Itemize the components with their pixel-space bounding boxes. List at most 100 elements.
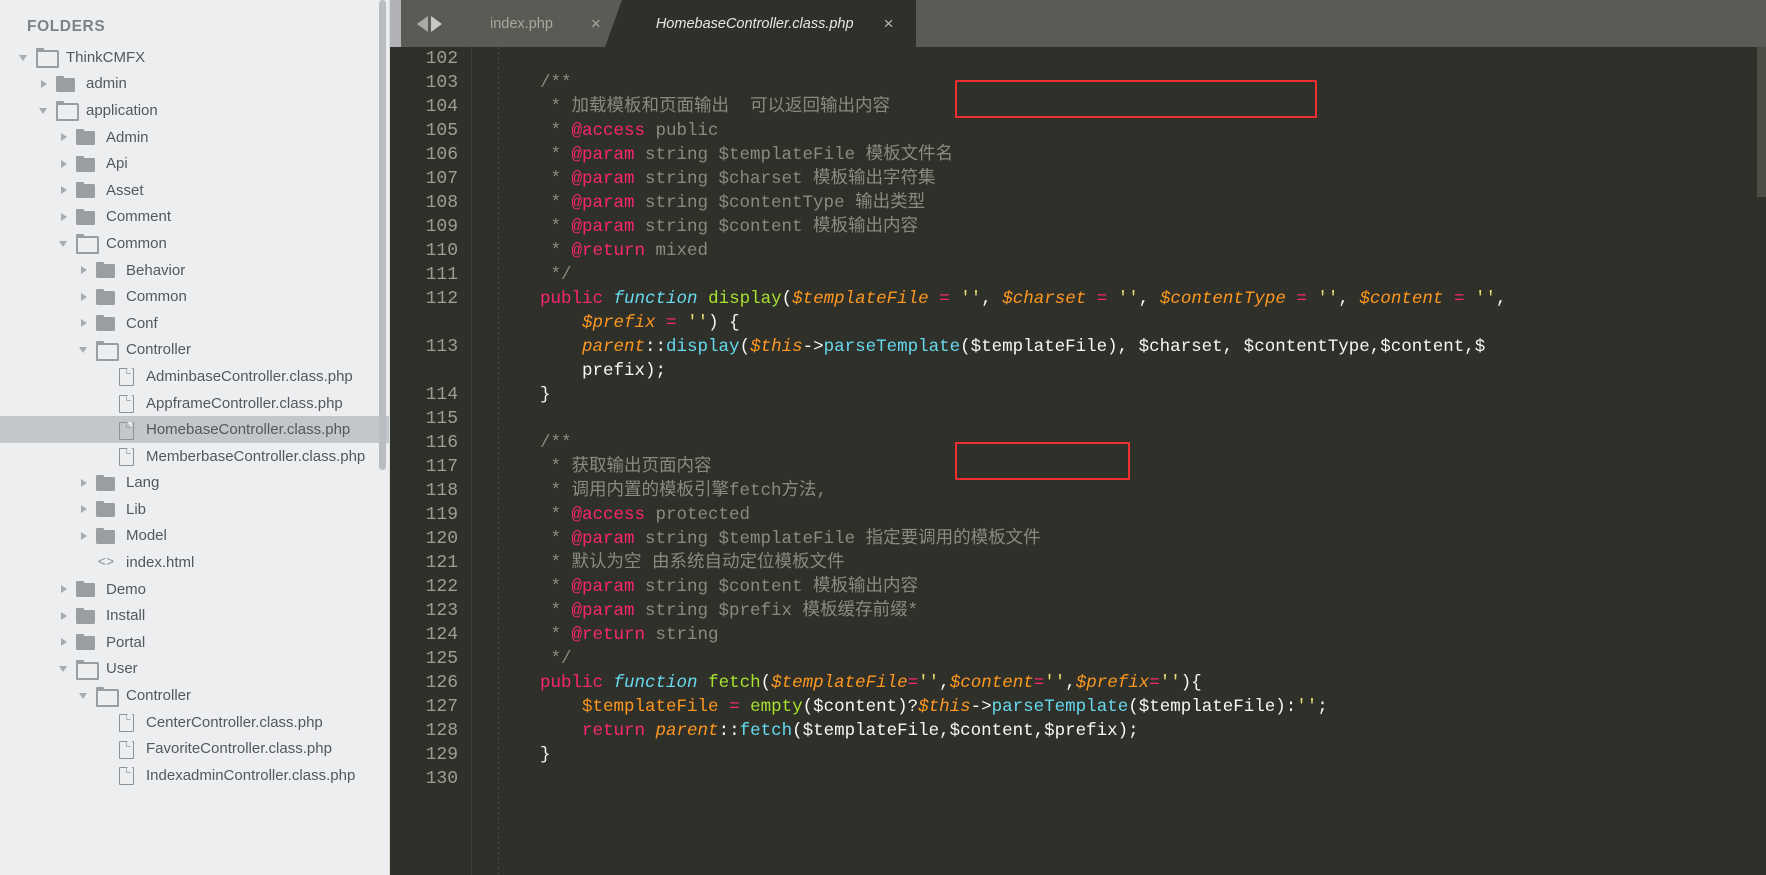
tree-folder-item[interactable]: Asset <box>0 177 390 204</box>
tree-folder-item[interactable]: Conf <box>0 310 390 337</box>
code-line[interactable]: * @return mixed <box>498 239 1766 263</box>
code-line[interactable]: * @param string $prefix 模板缓存前缀* <box>498 599 1766 623</box>
tab-nav-arrows[interactable] <box>401 0 456 47</box>
tree-folder-item[interactable]: User <box>0 656 390 683</box>
tab-close-icon[interactable]: × <box>591 15 601 32</box>
code-line[interactable]: * @param string $templateFile 指定要调用的模板文件 <box>498 527 1766 551</box>
code-line[interactable]: /** <box>498 431 1766 455</box>
tree-file-item[interactable]: CenterController.class.php <box>0 709 390 736</box>
code-line[interactable] <box>498 47 1766 71</box>
chevron-down-icon[interactable] <box>38 104 51 117</box>
code-line[interactable]: * @access protected <box>498 503 1766 527</box>
tree-file-item[interactable]: MemberbaseController.class.php <box>0 443 390 470</box>
chevron-right-icon[interactable] <box>58 583 71 596</box>
tree-file-item[interactable]: HomebaseController.class.php <box>0 416 390 443</box>
chevron-right-icon[interactable] <box>78 476 91 489</box>
code-line[interactable]: */ <box>498 263 1766 287</box>
code-line[interactable]: * 调用内置的模板引擎fetch方法, <box>498 479 1766 503</box>
chevron-down-icon[interactable] <box>58 662 71 675</box>
code-token: $this <box>918 697 971 717</box>
chevron-right-icon[interactable] <box>78 264 91 277</box>
tab-next-arrow-icon[interactable] <box>431 15 442 32</box>
code-line[interactable]: public function fetch($templateFile='',$… <box>498 671 1766 695</box>
tree-folder-item[interactable]: Lib <box>0 496 390 523</box>
code-line[interactable]: * @access public <box>498 119 1766 143</box>
tree-folder-item[interactable]: application <box>0 97 390 124</box>
tree-folder-item[interactable]: Common <box>0 283 390 310</box>
editor-vertical-scrollbar[interactable] <box>1757 47 1766 197</box>
tree-file-item[interactable]: AdminbaseController.class.php <box>0 363 390 390</box>
chevron-right-icon[interactable] <box>78 529 91 542</box>
chevron-down-icon[interactable] <box>78 689 91 702</box>
code-area[interactable]: 102 103 104 105 106 107 108 109 110 111 112 113 114 1… <box>390 47 1766 875</box>
code-line[interactable]: * @param string $contentType 输出类型 <box>498 191 1766 215</box>
code-line[interactable]: parent::display($this->parseTemplate($te… <box>498 335 1766 359</box>
tree-folder-item[interactable]: Demo <box>0 576 390 603</box>
chevron-down-icon[interactable] <box>78 343 91 356</box>
code-line[interactable]: $templateFile = empty($content)?$this->p… <box>498 695 1766 719</box>
tree-folder-item[interactable]: Admin <box>0 124 390 151</box>
tree-folder-item[interactable]: Controller <box>0 337 390 364</box>
code-content[interactable]: /** * 加载模板和页面输出 可以返回输出内容 * @access publi… <box>472 47 1766 875</box>
chevron-right-icon[interactable] <box>38 77 51 90</box>
tree-folder-item[interactable]: Common <box>0 230 390 257</box>
code-line[interactable]: /** <box>498 71 1766 95</box>
line-number: 116 <box>425 433 458 453</box>
tab-active[interactable]: HomebaseController.class.php × <box>604 0 916 47</box>
chevron-right-icon[interactable] <box>78 317 91 330</box>
code-line[interactable]: * @param string $charset 模板输出字符集 <box>498 167 1766 191</box>
chevron-down-icon[interactable] <box>58 237 71 250</box>
tree-folder-item[interactable]: Api <box>0 150 390 177</box>
chevron-right-icon[interactable] <box>58 609 71 622</box>
code-line[interactable] <box>498 407 1766 431</box>
tree-folder-item[interactable]: Comment <box>0 204 390 231</box>
tree-folder-item[interactable]: Portal <box>0 629 390 656</box>
code-line[interactable]: public function display($templateFile = … <box>498 287 1766 311</box>
tree-file-item[interactable]: <> index.html <box>0 549 390 576</box>
code-token: = <box>1096 289 1108 309</box>
sidebar-scrollbar[interactable] <box>379 0 386 470</box>
file-tree[interactable]: ThinkCMFX admin application Admin Api Asset Co… <box>0 44 390 789</box>
tree-file-item[interactable]: FavoriteController.class.php <box>0 735 390 762</box>
code-line[interactable]: prefix); <box>498 359 1766 383</box>
tree-folder-item[interactable]: Model <box>0 523 390 550</box>
code-line[interactable]: $prefix = '') { <box>498 311 1766 335</box>
chevron-right-icon[interactable] <box>78 290 91 303</box>
code-line[interactable]: * @param string $content 模板输出内容 <box>498 215 1766 239</box>
chevron-right-icon[interactable] <box>78 503 91 516</box>
tree-file-item[interactable]: AppframeController.class.php <box>0 390 390 417</box>
tree-file-item[interactable]: IndexadminController.class.php <box>0 762 390 789</box>
code-line[interactable]: * @param string $content 模板输出内容 <box>498 575 1766 599</box>
tab-close-icon[interactable]: × <box>884 15 894 32</box>
chevron-right-icon[interactable] <box>58 210 71 223</box>
tree-folder-item[interactable]: Install <box>0 602 390 629</box>
tree-folder-item[interactable]: Behavior <box>0 257 390 284</box>
chevron-right-icon[interactable] <box>58 636 71 649</box>
code-line[interactable]: * @param string $templateFile 模板文件名 <box>498 143 1766 167</box>
tree-folder-item[interactable]: admin <box>0 71 390 98</box>
chevron-right-icon[interactable] <box>58 157 71 170</box>
chevron-down-icon[interactable] <box>18 51 31 64</box>
code-line[interactable]: * 默认为空 由系统自动定位模板文件 <box>498 551 1766 575</box>
code-line[interactable]: * 获取输出页面内容 <box>498 455 1766 479</box>
chevron-right-icon[interactable] <box>58 131 71 144</box>
code-token: '' <box>1159 673 1181 693</box>
code-line[interactable]: } <box>498 743 1766 767</box>
code-line[interactable]: * 加载模板和页面输出 可以返回输出内容 <box>498 95 1766 119</box>
code-line[interactable] <box>498 767 1766 791</box>
tree-folder-item[interactable]: Lang <box>0 470 390 497</box>
chevron-right-icon[interactable] <box>58 184 71 197</box>
line-number: 122 <box>425 577 458 597</box>
code-line[interactable]: */ <box>498 647 1766 671</box>
code-line[interactable]: return parent::fetch($templateFile,$cont… <box>498 719 1766 743</box>
tree-folder-item[interactable]: Controller <box>0 682 390 709</box>
tab-inactive[interactable]: index.php × <box>456 0 639 47</box>
code-line[interactable]: * @return string <box>498 623 1766 647</box>
tab-prev-arrow-icon[interactable] <box>417 15 428 32</box>
tree-folder-item[interactable]: ThinkCMFX <box>0 44 390 71</box>
code-line[interactable]: } <box>498 383 1766 407</box>
